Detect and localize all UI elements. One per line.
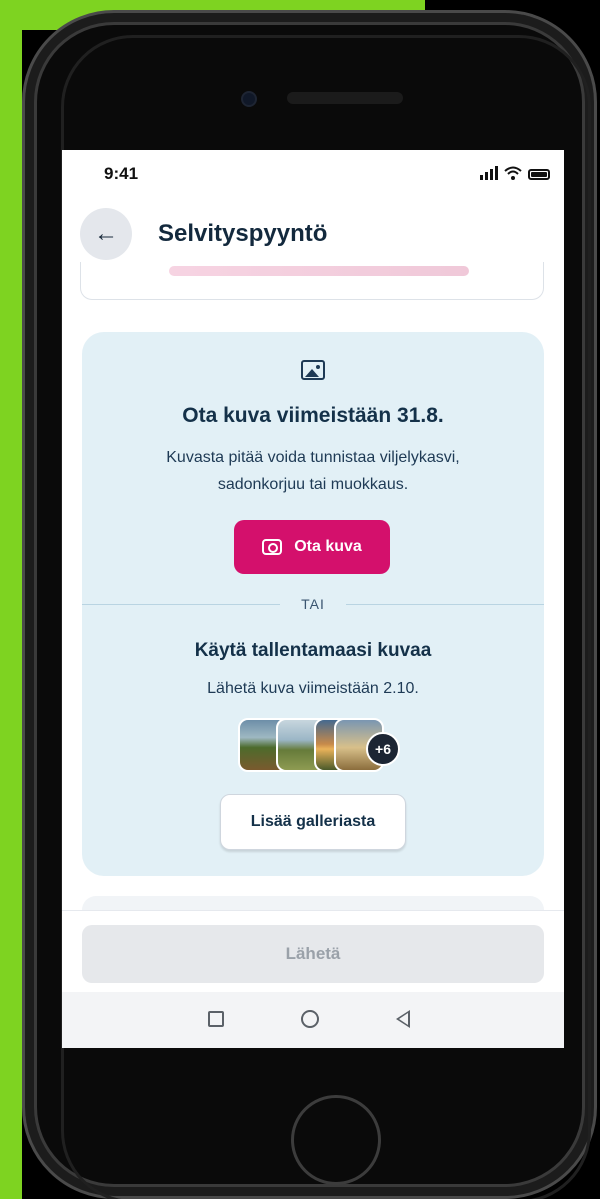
nav-recents-icon[interactable] bbox=[208, 1011, 224, 1027]
back-button[interactable]: ← bbox=[80, 208, 132, 260]
previous-card bbox=[80, 262, 544, 300]
signal-icon bbox=[480, 166, 498, 180]
earpiece-speaker bbox=[287, 92, 403, 104]
more-photos-badge[interactable]: +6 bbox=[366, 732, 400, 766]
background-accent-left bbox=[0, 0, 22, 1199]
wifi-icon bbox=[504, 166, 522, 180]
nav-back-icon[interactable] bbox=[396, 1010, 410, 1028]
gallery-thumbnails[interactable]: +6 bbox=[238, 718, 400, 774]
status-bar: 9:41 bbox=[62, 150, 564, 194]
gallery-section-title: Käytä tallentamaasi kuvaa bbox=[194, 640, 432, 661]
status-icons bbox=[480, 164, 550, 180]
take-photo-label: Ota kuva bbox=[294, 538, 362, 555]
system-nav-bar bbox=[62, 992, 564, 1048]
add-from-gallery-button[interactable]: Lisää galleriasta bbox=[220, 794, 406, 850]
home-button[interactable] bbox=[291, 1095, 381, 1185]
app-header: ← Selvityspyyntö bbox=[62, 200, 564, 270]
page-title: Selvityspyyntö bbox=[158, 220, 328, 247]
photo-requirements-text: Kuvasta pitää voida tunnistaa viljelykas… bbox=[166, 449, 460, 493]
previous-card-link[interactable] bbox=[169, 266, 469, 276]
status-time: 9:41 bbox=[104, 164, 139, 183]
photo-upload-card: Ota kuva viimeistään 31.8. Kuvasta pitää… bbox=[82, 332, 544, 876]
image-icon bbox=[301, 360, 325, 380]
arrow-left-icon: ← bbox=[94, 220, 118, 247]
gallery-deadline-text: Lähetä kuva viimeistään 2.10. bbox=[207, 680, 419, 697]
nav-home-icon[interactable] bbox=[301, 1010, 319, 1028]
camera-icon bbox=[262, 539, 283, 555]
take-photo-button[interactable]: Ota kuva bbox=[234, 520, 390, 574]
phone-screen: 9:41 ← Selvityspyyntö Ota kuva viimeistä… bbox=[62, 150, 564, 1048]
battery-icon bbox=[528, 169, 550, 180]
bottom-action-bar: Lähetä bbox=[62, 910, 564, 1000]
front-camera bbox=[241, 91, 257, 107]
send-button[interactable]: Lähetä bbox=[82, 925, 544, 983]
divider-line-right bbox=[346, 604, 544, 605]
photo-deadline-title: Ota kuva viimeistään 31.8. bbox=[182, 404, 444, 427]
